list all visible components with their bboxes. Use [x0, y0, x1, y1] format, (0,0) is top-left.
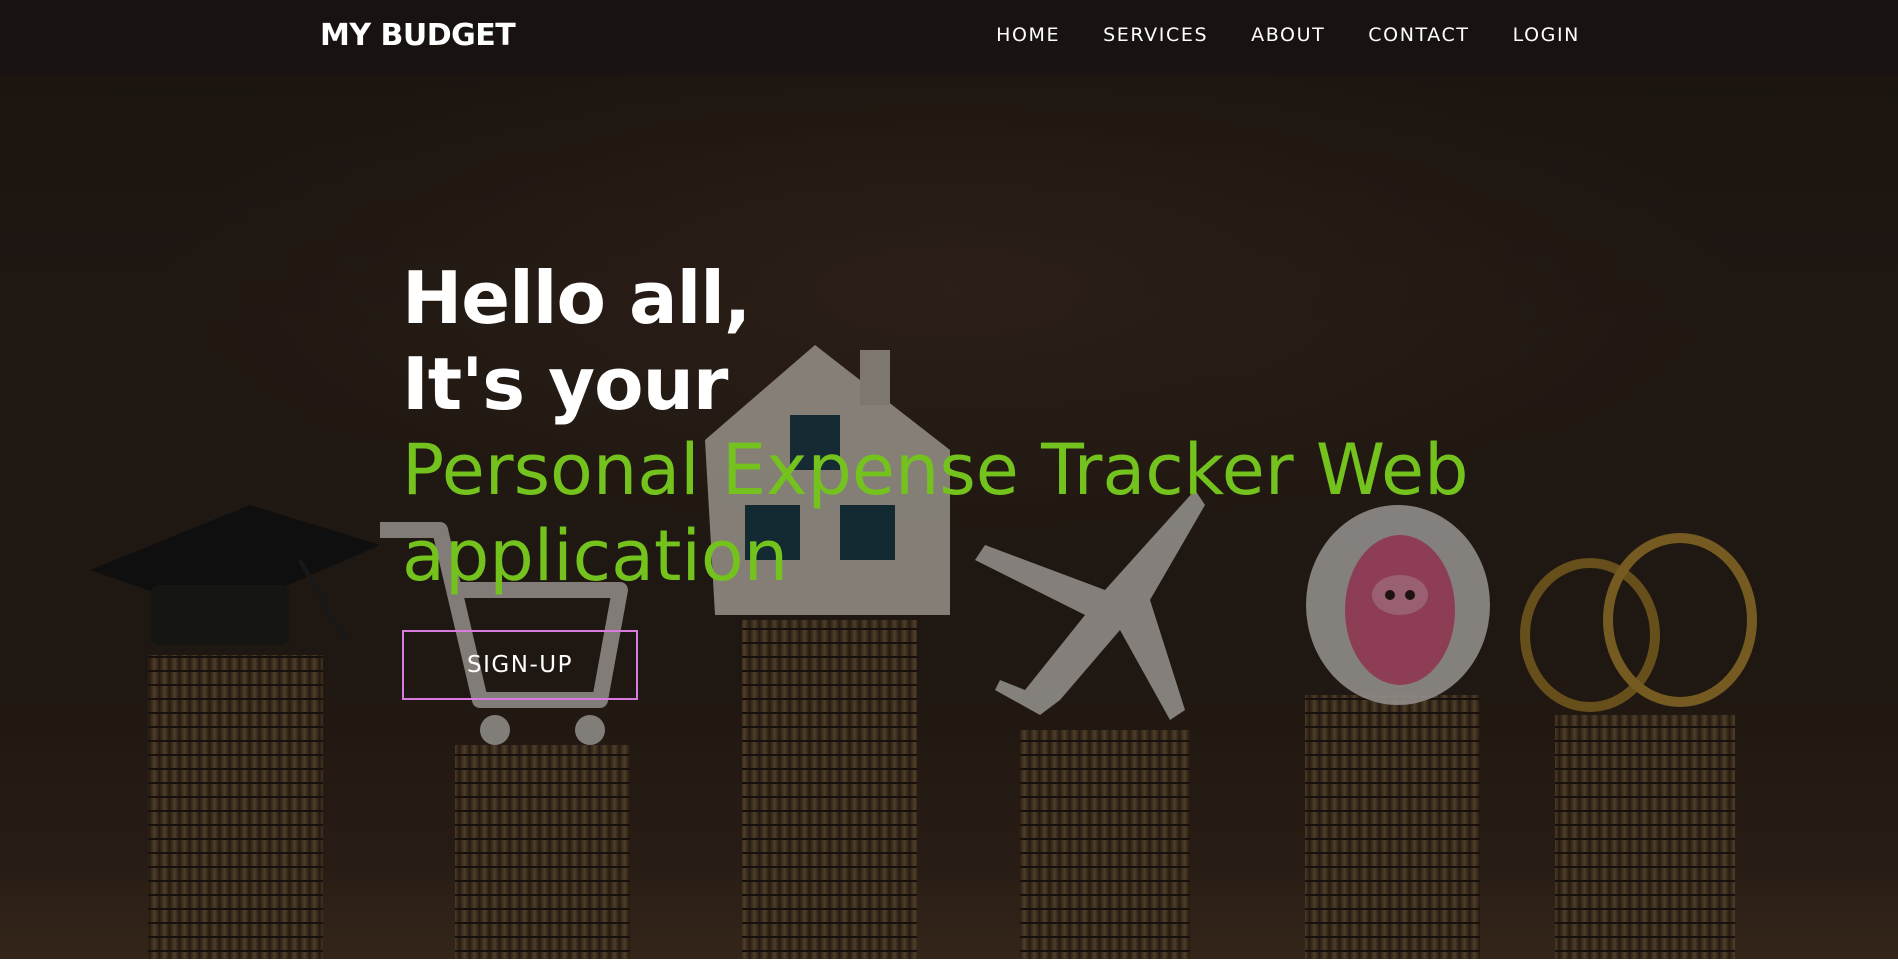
hero-greeting-line1: Hello all,	[402, 256, 751, 340]
nav-item-services[interactable]: SERVICES	[1103, 24, 1208, 46]
hero-greeting-line2: It's your	[402, 342, 728, 426]
hero-text: Hello all, It's your Personal Expense Tr…	[402, 255, 1552, 599]
hero-section: MY BUDGET HOME SERVICES ABOUT CONTACT LO…	[0, 0, 1898, 961]
hero-tagline: Personal Expense Tracker Web application	[402, 429, 1469, 597]
brand-logo[interactable]: MY BUDGET	[320, 18, 516, 53]
nav-links: HOME SERVICES ABOUT CONTACT LOGIN	[953, 24, 1580, 46]
signup-button[interactable]: SIGN-UP	[402, 630, 638, 700]
top-navbar: MY BUDGET HOME SERVICES ABOUT CONTACT LO…	[0, 0, 1898, 75]
nav-item-about[interactable]: ABOUT	[1251, 24, 1325, 46]
nav-item-contact[interactable]: CONTACT	[1368, 24, 1469, 46]
nav-item-login[interactable]: LOGIN	[1513, 24, 1580, 46]
nav-item-home[interactable]: HOME	[996, 24, 1060, 46]
